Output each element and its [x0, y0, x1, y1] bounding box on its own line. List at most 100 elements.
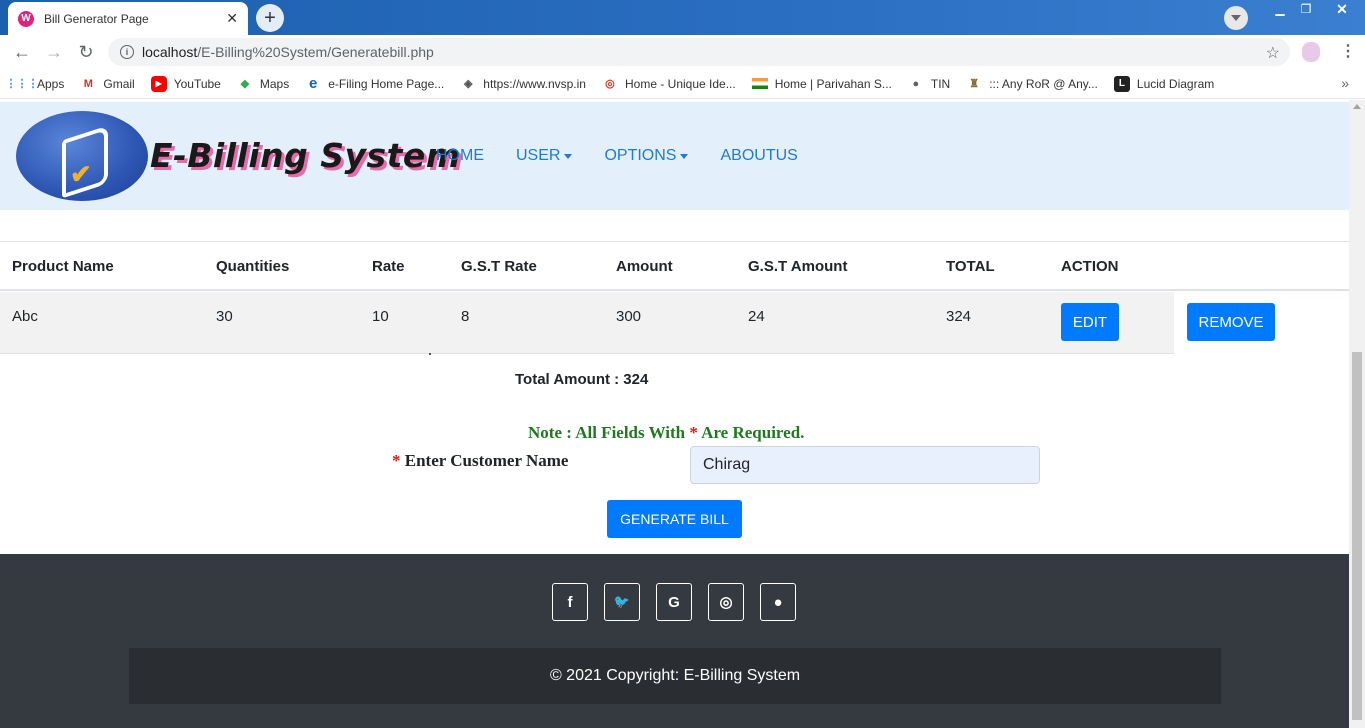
- col-gst-rate: G.S.T Rate: [461, 258, 537, 275]
- browser-tab[interactable]: W Bill Generator Page ✕: [8, 2, 248, 35]
- nav-user-dropdown[interactable]: USER: [516, 147, 573, 165]
- bookmark-label: Gmail: [103, 76, 135, 91]
- bookmark-item[interactable]: ● TIN: [908, 76, 951, 92]
- nvsp-icon: ◈: [464, 78, 473, 90]
- nav-options-dropdown[interactable]: OPTIONS: [604, 147, 689, 165]
- nav-home[interactable]: HOME: [436, 147, 484, 165]
- restore-icon[interactable]: ❐: [1293, 0, 1319, 18]
- page-scrollbar[interactable]: [1349, 100, 1365, 728]
- bookmark-item[interactable]: ▶ YouTube: [150, 75, 221, 92]
- edit-button[interactable]: EDIT: [1061, 303, 1119, 341]
- close-window-icon[interactable]: ✕: [1319, 0, 1365, 18]
- cell-gst-rate: 8: [461, 308, 470, 325]
- col-product-name: Product Name: [12, 258, 114, 275]
- bookmark-item[interactable]: L Lucid Diagram: [1113, 75, 1215, 92]
- col-action: ACTION: [1061, 258, 1119, 275]
- facebook-icon[interactable]: f: [552, 583, 588, 621]
- nav-user-label: USER: [516, 147, 561, 164]
- col-rate: Rate: [372, 258, 405, 275]
- bookmark-label: Home | Parivahan S...: [774, 76, 892, 91]
- bill-items-table: Product Name Quantities Rate G.S.T Rate …: [0, 241, 1349, 354]
- back-icon[interactable]: ←: [6, 42, 38, 63]
- bookmark-item[interactable]: Home | Parivahan S...: [751, 76, 892, 91]
- google-icon[interactable]: G: [656, 583, 692, 621]
- table-row: Abc 30 10 8 300 24 324: [0, 292, 1349, 354]
- site-navbar: ✔ E-Billing System HOME USER OPTIONS ABO…: [0, 102, 1349, 210]
- tab-close-icon[interactable]: ✕: [226, 10, 238, 27]
- url-path: /E-Billing%20System/Generatebill.php: [197, 44, 434, 60]
- remove-button[interactable]: REMOVE: [1187, 303, 1275, 341]
- cell-rate: 10: [372, 308, 389, 325]
- customer-name-input[interactable]: [690, 446, 1040, 484]
- col-quantities: Quantities: [216, 258, 290, 275]
- lucid-icon: L: [1113, 75, 1130, 92]
- total-amount: Total Amount : 324: [515, 371, 649, 388]
- required-star: *: [689, 423, 698, 442]
- bookmark-item[interactable]: ◎ Home - Unique Ide...: [602, 76, 736, 92]
- tab-title: Bill Generator Page: [44, 11, 149, 26]
- site-info-icon[interactable]: i: [120, 45, 134, 59]
- page-viewport: ✔ E-Billing System HOME USER OPTIONS ABO…: [0, 100, 1365, 728]
- bookmarks-overflow-icon[interactable]: »: [1341, 75, 1349, 91]
- scroll-up-arrow-icon[interactable]: [1353, 104, 1361, 109]
- bookmark-label: Maps: [259, 76, 290, 91]
- extension-icon[interactable]: [1302, 42, 1320, 62]
- social-links: f 🐦 G ◎ ●: [552, 583, 812, 621]
- generate-bill-button[interactable]: GENERATE BILL: [607, 500, 742, 538]
- instagram-icon[interactable]: ◎: [708, 583, 744, 621]
- bookmark-item[interactable]: ◈ https://www.nvsp.in: [460, 76, 586, 92]
- nav-aboutus[interactable]: ABOUTUS: [720, 147, 797, 165]
- cell-quantity: 30: [216, 308, 233, 325]
- minimize-icon[interactable]: ▁: [1267, 0, 1293, 18]
- nav-links: HOME USER OPTIONS ABOUTUS: [436, 147, 830, 165]
- wamp-favicon-icon: W: [18, 10, 34, 27]
- bookmark-label: Apps: [37, 76, 65, 91]
- bookmark-item[interactable]: ⋮⋮⋮ Apps: [5, 76, 65, 92]
- nav-aboutus-label: ABOUTUS: [720, 147, 798, 164]
- nav-options-label: OPTIONS: [604, 147, 677, 164]
- customer-label-text: Enter Customer Name: [400, 451, 569, 470]
- bookmark-label: Lucid Diagram: [1136, 76, 1215, 91]
- address-bar: ← → ↻ i localhost/E-Billing%20System/Gen…: [0, 35, 1365, 69]
- bookmark-item[interactable]: ◆ Maps: [237, 76, 290, 92]
- bookmark-star-icon[interactable]: ☆: [1266, 43, 1280, 63]
- new-tab-button[interactable]: +: [256, 4, 284, 32]
- globe-icon: ●: [912, 77, 920, 90]
- window-controls: ▁ ❐ ✕: [1267, 0, 1365, 20]
- efiling-icon: e: [309, 75, 318, 92]
- cell-product: Abc: [12, 308, 38, 325]
- nav-home-label: HOME: [436, 147, 484, 164]
- cell-total: 324: [946, 308, 972, 325]
- brand-title[interactable]: E-Billing System: [150, 136, 461, 175]
- col-amount: Amount: [616, 258, 673, 275]
- url-host: localhost: [142, 44, 198, 60]
- bookmark-item[interactable]: M Gmail: [80, 76, 135, 92]
- cell-gst-amount: 24: [748, 308, 765, 325]
- cell-amount: 300: [616, 308, 642, 325]
- forward-icon[interactable]: →: [38, 42, 70, 63]
- emblem-icon: ♜: [969, 78, 980, 90]
- maps-icon: ◆: [240, 78, 250, 90]
- bookmark-label: Home - Unique Ide...: [624, 76, 736, 91]
- bookmark-label: https://www.nvsp.in: [483, 76, 586, 91]
- github-icon[interactable]: ●: [760, 583, 796, 621]
- browser-titlebar: W Bill Generator Page ✕ + ▁ ❐ ✕: [0, 0, 1365, 35]
- gmail-icon: M: [83, 77, 93, 90]
- tab-search-button[interactable]: [1224, 6, 1248, 30]
- aadhaar-icon: ◎: [605, 78, 615, 90]
- bookmark-label: ::: Any RoR @ Any...: [989, 76, 1098, 91]
- browser-menu-icon[interactable]: ⋮: [1340, 41, 1356, 61]
- twitter-icon[interactable]: 🐦: [604, 583, 640, 621]
- url-input[interactable]: i localhost/E-Billing%20System/Generateb…: [108, 38, 1290, 66]
- site-footer: f 🐦 G ◎ ● © 2021 Copyright: E-Billing Sy…: [0, 554, 1349, 728]
- site-logo[interactable]: ✔: [16, 111, 148, 201]
- col-gst-amount: G.S.T Amount: [748, 258, 848, 275]
- bookmark-item[interactable]: e e-Filing Home Page...: [305, 75, 444, 92]
- bookmark-item[interactable]: ♜::: Any RoR @ Any...: [966, 76, 1098, 92]
- required-star: *: [392, 451, 401, 470]
- apps-grid-icon: ⋮⋮⋮: [5, 78, 39, 90]
- reload-icon[interactable]: ↻: [70, 42, 102, 63]
- scrollbar-thumb[interactable]: [1352, 352, 1362, 720]
- india-flag-icon: [751, 78, 768, 89]
- copyright: © 2021 Copyright: E-Billing System: [129, 648, 1221, 704]
